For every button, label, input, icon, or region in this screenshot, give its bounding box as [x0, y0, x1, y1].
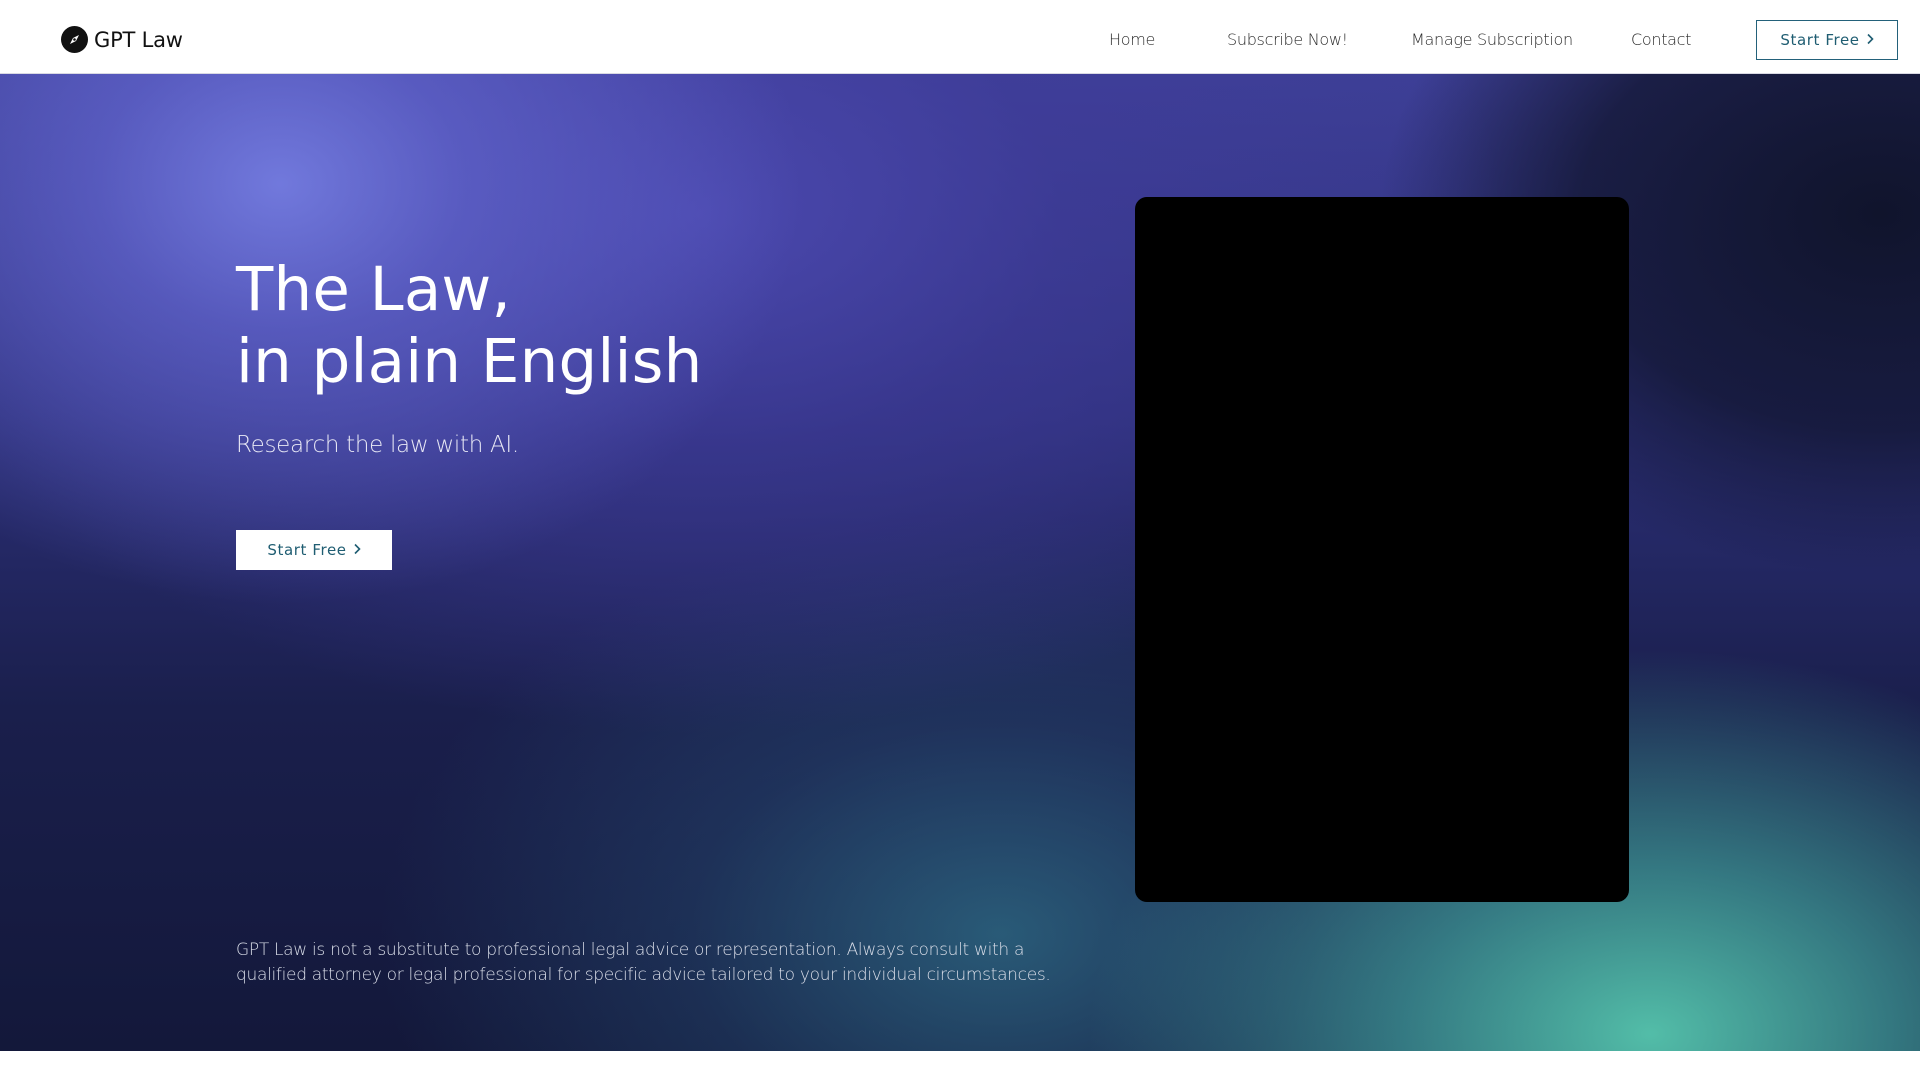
- nav-contact[interactable]: Contact: [1631, 30, 1691, 49]
- hero-subheadline: Research the law with AI.: [236, 432, 519, 458]
- chevron-right-icon: [353, 541, 361, 559]
- header-start-free-label: Start Free: [1780, 31, 1860, 49]
- legal-disclaimer: GPT Law is not a substitute to professio…: [236, 940, 1051, 985]
- nav-home[interactable]: Home: [1109, 30, 1155, 49]
- site-header: GPT Law Home Subscribe Now! Manage Subsc…: [0, 0, 1920, 74]
- chevron-right-icon: [1866, 31, 1874, 49]
- compass-icon: [61, 26, 88, 53]
- header-start-free-button[interactable]: Start Free: [1756, 20, 1898, 60]
- nav-subscribe[interactable]: Subscribe Now!: [1227, 30, 1348, 49]
- hero-section: The Law, in plain English Research the l…: [0, 74, 1920, 1051]
- hero-headline: The Law, in plain English: [236, 254, 703, 398]
- hero-start-free-label: Start Free: [267, 541, 347, 559]
- nav-manage-subscription[interactable]: Manage Subscription: [1411, 30, 1573, 49]
- brand-name: GPT Law: [94, 27, 183, 52]
- hero-media-panel[interactable]: [1135, 197, 1629, 902]
- brand-logo[interactable]: GPT Law: [61, 26, 183, 53]
- hero-start-free-button[interactable]: Start Free: [236, 530, 392, 570]
- hero-headline-line2: in plain English: [236, 326, 703, 397]
- hero-headline-line1: The Law,: [236, 254, 512, 325]
